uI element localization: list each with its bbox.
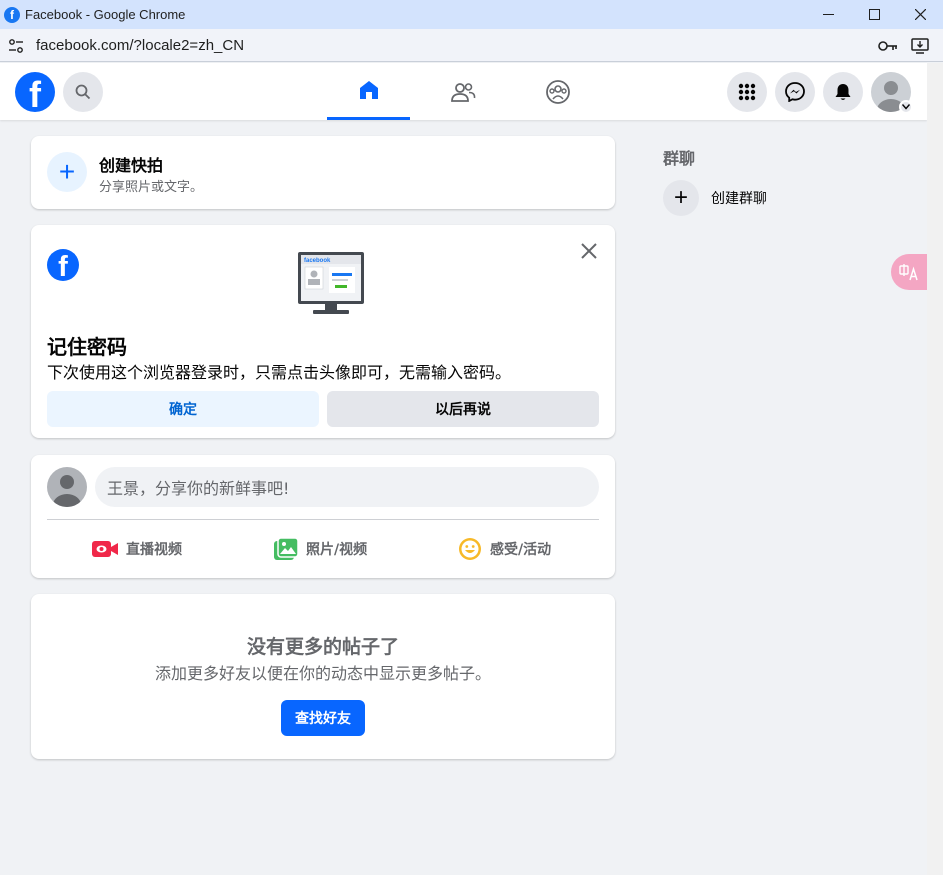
live-video-button[interactable]: 直播视频 <box>92 529 182 569</box>
live-video-icon <box>92 541 118 557</box>
no-more-posts-subtitle: 添加更多好友以便在你的动态中显示更多帖子。 <box>154 664 491 683</box>
window-title: Facebook - Google Chrome <box>25 7 186 22</box>
remember-password-description: 下次使用这个浏览器登录时，只需点击头像即可，无需输入密码。 <box>47 363 512 382</box>
feeling-icon <box>459 538 481 560</box>
minimize-button[interactable] <box>805 0 851 29</box>
groups-icon <box>545 79 570 104</box>
messenger-button[interactable] <box>775 72 815 112</box>
account-caret[interactable] <box>899 100 913 114</box>
remember-password-title: 记住密码 <box>47 335 127 359</box>
notifications-button[interactable] <box>823 72 863 112</box>
page-scrollbar[interactable] <box>927 63 943 875</box>
photo-video-button[interactable]: 照片/视频 <box>274 529 367 569</box>
search-icon <box>75 84 91 100</box>
find-friends-button[interactable]: 查找好友 <box>281 700 365 736</box>
later-button[interactable]: 以后再说 <box>327 391 599 427</box>
search-button[interactable] <box>63 72 103 112</box>
monitor-illustration: facebook <box>298 252 364 314</box>
default-avatar-icon <box>53 475 81 507</box>
story-title: 创建快拍 <box>99 156 164 175</box>
close-icon <box>914 9 926 20</box>
no-more-posts-card: 没有更多的帖子了 添加更多好友以便在你的动态中显示更多帖子。 查找好友 <box>31 594 615 759</box>
add-story-icon[interactable]: + <box>47 152 87 192</box>
address-bar[interactable]: facebook.com/?locale2=zh_CN <box>0 29 943 62</box>
site-settings-icon[interactable] <box>8 38 24 54</box>
create-story-card[interactable]: + 创建快拍 分享照片或文字。 <box>31 136 615 209</box>
browser-title-bar: f Facebook - Google Chrome <box>0 0 943 29</box>
close-card-button[interactable] <box>577 239 601 263</box>
messenger-icon <box>785 82 805 102</box>
create-group-chat-label: 创建群聊 <box>711 191 767 207</box>
maximize-icon <box>868 9 880 20</box>
install-app-icon[interactable] <box>911 38 929 54</box>
close-icon <box>581 243 597 259</box>
tab-groups[interactable] <box>516 63 599 120</box>
password-key-icon[interactable] <box>878 39 898 53</box>
chevron-down-icon <box>902 104 910 110</box>
close-window-button[interactable] <box>897 0 943 29</box>
feeling-activity-button[interactable]: 感受/活动 <box>458 529 551 569</box>
story-subtitle: 分享照片或文字。 <box>99 180 204 195</box>
photo-video-icon <box>274 538 298 560</box>
create-group-chat-button[interactable]: + 创建群聊 <box>663 180 767 216</box>
group-chats-heading: 群聊 <box>663 149 696 168</box>
url-text[interactable]: facebook.com/?locale2=zh_CN <box>36 37 244 54</box>
tab-home[interactable] <box>327 63 410 120</box>
photo-video-label: 照片/视频 <box>306 542 368 558</box>
translate-extension-button[interactable] <box>891 254 927 290</box>
plus-icon: + <box>663 180 699 216</box>
friends-icon <box>450 82 475 102</box>
live-video-label: 直播视频 <box>126 542 182 558</box>
facebook-favicon-icon: f <box>4 6 20 23</box>
composer-divider <box>47 519 599 520</box>
minimize-icon <box>822 14 834 15</box>
home-icon <box>359 81 378 99</box>
post-composer-card: 王景，分享你的新鲜事吧! 直播视频 照片/视频 感受/活动 <box>31 455 615 578</box>
remember-password-card: f facebook 记住密码 下次使用这个浏览器登录时，只需点击头像即可，无需… <box>31 225 615 438</box>
menu-button[interactable] <box>727 72 767 112</box>
facebook-logo-icon[interactable]: f <box>15 72 55 112</box>
maximize-button[interactable] <box>851 0 897 29</box>
confirm-button[interactable]: 确定 <box>47 391 319 427</box>
no-more-posts-title: 没有更多的帖子了 <box>246 636 399 658</box>
user-avatar[interactable] <box>47 467 87 507</box>
translate-icon <box>899 264 918 281</box>
menu-grid-icon <box>738 83 756 101</box>
tab-friends[interactable] <box>421 63 504 120</box>
bell-icon <box>835 84 851 100</box>
monitor-brand-text: facebook <box>304 258 331 264</box>
composer-input[interactable]: 王景，分享你的新鲜事吧! <box>95 467 599 507</box>
facebook-logo-icon: f <box>47 249 79 281</box>
facebook-top-nav: f <box>0 63 927 120</box>
feeling-activity-label: 感受/活动 <box>490 542 552 558</box>
